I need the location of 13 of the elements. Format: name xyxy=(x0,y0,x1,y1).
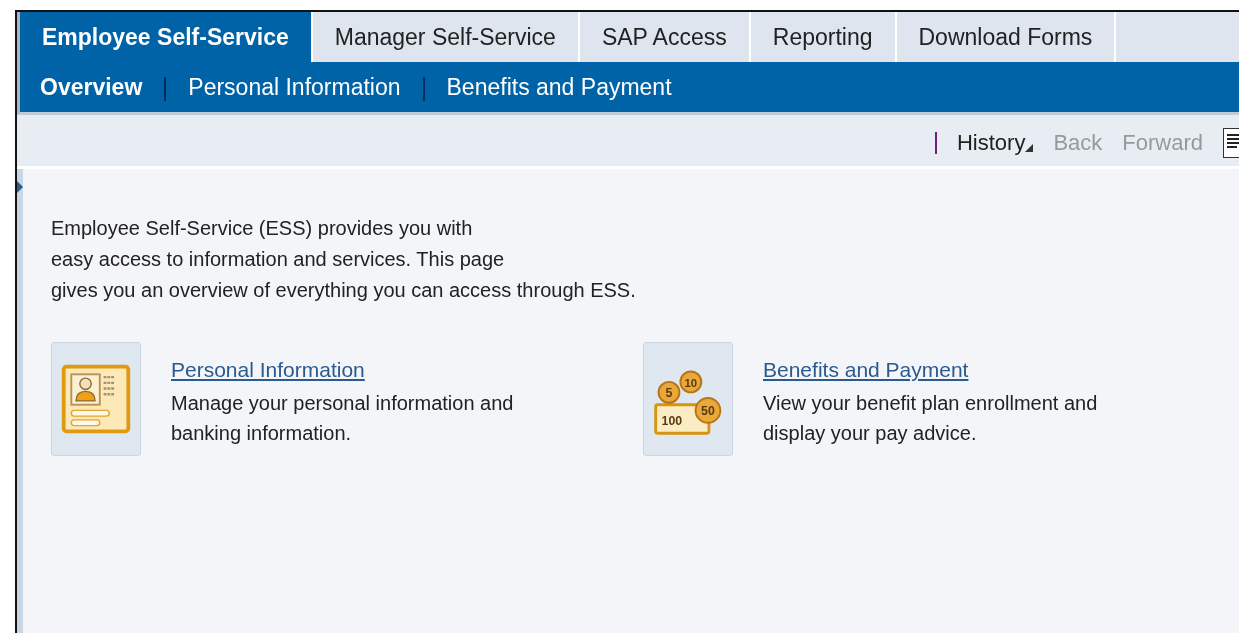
subnav-link[interactable]: Overview xyxy=(40,73,143,101)
history-nav-link[interactable]: History xyxy=(956,130,1034,156)
menu-icon[interactable] xyxy=(1223,128,1239,158)
expand-icon[interactable] xyxy=(17,181,23,193)
service-link[interactable]: Benefits and Payment xyxy=(763,358,969,381)
nav-tab[interactable]: Employee Self-Service xyxy=(20,12,313,62)
service-description: Manage your personal information and banking information. xyxy=(171,391,514,446)
caret-icon[interactable] xyxy=(1025,144,1034,152)
service-link[interactable]: Personal Information xyxy=(171,358,365,381)
intro-text: Employee Self-Service (ESS) provides you with easy access to information and services. This page gives you an overview of everything you can access through ESS. xyxy=(51,216,637,303)
subnav-link[interactable]: Benefits and Payment xyxy=(446,73,672,101)
service-description: View your benefit plan enrollment and display your pay advice. xyxy=(763,391,1098,446)
subnav-link[interactable]: Personal Information xyxy=(188,73,401,101)
